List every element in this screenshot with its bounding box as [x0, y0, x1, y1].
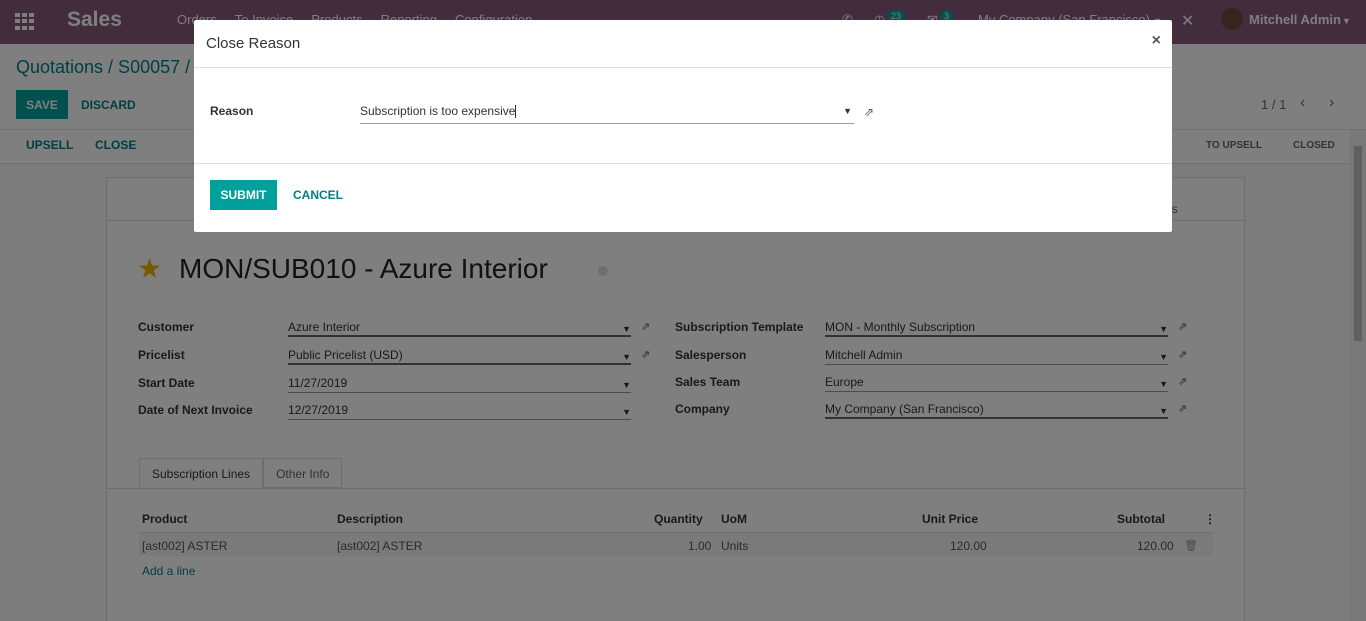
external-link-icon[interactable]: ⇗ — [864, 105, 874, 119]
close-icon[interactable]: × — [1152, 32, 1161, 50]
reason-label: Reason — [210, 104, 254, 118]
dialog-footer-divider — [194, 163, 1172, 164]
dialog-title: Close Reason — [206, 35, 301, 52]
text-cursor — [515, 105, 517, 119]
close-reason-dialog: Close Reason × Reason Subscription is to… — [194, 20, 1172, 232]
reason-field[interactable]: Subscription is too expensive ▼ — [360, 104, 854, 124]
cancel-button[interactable]: CANCEL — [293, 180, 343, 210]
submit-button[interactable]: SUBMIT — [210, 180, 277, 210]
chevron-down-icon[interactable]: ▼ — [843, 106, 852, 116]
reason-value: Subscription is too expensive — [360, 104, 516, 118]
dialog-header: Close Reason × — [194, 20, 1172, 68]
